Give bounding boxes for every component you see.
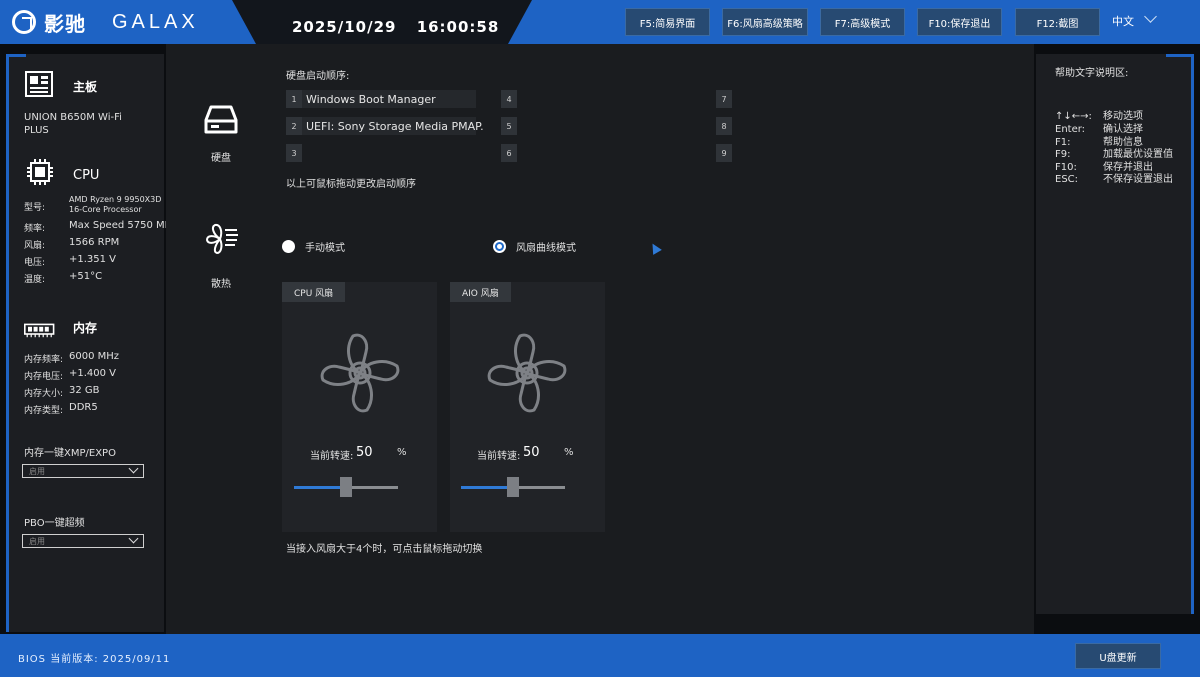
mem-type-value: DDR5 bbox=[69, 402, 98, 413]
cpu-fan-speed-value: 50 bbox=[356, 445, 373, 460]
cpu-temp-label: 温度: bbox=[24, 275, 46, 285]
fan-cooling-icon bbox=[206, 223, 238, 254]
fan-blade-icon bbox=[320, 333, 400, 413]
help-desc: 不保存设置退出 bbox=[1103, 174, 1173, 185]
fan-curve-mode-label: 风扇曲线模式 bbox=[516, 243, 576, 254]
boot-slot-number: 1 bbox=[286, 90, 302, 108]
cpu-fan-tab[interactable]: CPU 风扇 bbox=[282, 282, 346, 302]
datetime-display: 2025/10/29 16:00:58 bbox=[292, 18, 499, 36]
mem-freq-value: 6000 MHz bbox=[69, 351, 120, 362]
cpu-fan-value: 1566 RPM bbox=[69, 237, 120, 248]
memory-icon bbox=[24, 323, 55, 338]
help-key: ESC: bbox=[1055, 174, 1079, 185]
boot-slot-9[interactable]: 9 bbox=[716, 144, 732, 162]
boot-slot-number: 2 bbox=[286, 117, 302, 135]
mem-size-value: 32 GB bbox=[69, 385, 100, 396]
help-title: 帮助文字说明区: bbox=[1055, 68, 1129, 79]
f6-fan-strategy-button[interactable]: F6:风扇高级策略 bbox=[722, 8, 808, 36]
help-line: ESC: 不保存设置退出 bbox=[1055, 170, 1173, 185]
aio-fan-tab[interactable]: AIO 风扇 bbox=[450, 282, 511, 302]
boot-slot-number: 3 bbox=[286, 144, 302, 162]
bios-version-value: 2025/09/11 bbox=[102, 654, 171, 665]
xmp-label: 内存一键XMP/EXPO bbox=[24, 448, 116, 459]
slider-thumb[interactable] bbox=[507, 477, 519, 497]
boot-section-label: 硬盘 bbox=[211, 153, 231, 164]
cpu-fan-speed-unit: % bbox=[397, 447, 407, 458]
boot-slot-label: Windows Boot Manager bbox=[306, 93, 436, 106]
mem-size-label: 内存大小: bbox=[24, 389, 64, 399]
time-text: 16:00:58 bbox=[416, 18, 500, 36]
mem-voltage-label: 内存电压: bbox=[24, 372, 64, 382]
manual-mode-radio[interactable] bbox=[282, 240, 295, 253]
chevron-down-icon bbox=[128, 533, 139, 544]
usb-update-button[interactable]: U盘更新 bbox=[1075, 643, 1161, 669]
hard-drive-icon bbox=[204, 105, 238, 134]
mem-type-label: 内存类型: bbox=[24, 406, 64, 416]
slider-fill bbox=[294, 486, 340, 489]
memory-heading: 内存 bbox=[73, 321, 98, 335]
aio-fan-card: AIO 风扇 当前转速: 50 % bbox=[450, 282, 605, 532]
aio-fan-speed-unit: % bbox=[564, 447, 574, 458]
aio-fan-speed-label: 当前转速: bbox=[477, 451, 521, 462]
motherboard-model-line2: PLUS bbox=[24, 125, 49, 136]
boot-slot-7[interactable]: 7 bbox=[716, 90, 732, 108]
mem-freq-label: 内存频率: bbox=[24, 355, 64, 365]
boot-slot-label: UEFI: Sony Storage Media PMAP. bbox=[306, 120, 484, 133]
brand-logo: 影驰 GALAX bbox=[12, 8, 199, 36]
motherboard-heading: 主板 bbox=[73, 80, 98, 94]
bios-version: BIOS 当前版本: 2025/09/11 bbox=[18, 650, 170, 665]
slider-fill bbox=[461, 486, 507, 489]
language-selector[interactable]: 中文 bbox=[1112, 13, 1134, 29]
manual-mode-label: 手动模式 bbox=[305, 243, 345, 254]
pbo-label: PBO一键超频 bbox=[24, 518, 85, 529]
aio-fan-speed-slider[interactable] bbox=[461, 477, 565, 497]
aio-fan-speed-value: 50 bbox=[523, 445, 540, 460]
boot-drag-hint: 以上可鼠标拖动更改启动顺序 bbox=[286, 179, 416, 190]
cpu-freq-value: Max Speed 5750 MHz bbox=[69, 220, 178, 231]
cpu-fan-speed-slider[interactable] bbox=[294, 477, 398, 497]
galax-logo-icon bbox=[12, 10, 36, 34]
chevron-down-icon bbox=[128, 463, 139, 474]
brand-name-en: GALAX bbox=[112, 10, 199, 33]
f10-save-exit-button[interactable]: F10:保存退出 bbox=[917, 8, 1002, 36]
xmp-select-value: 启用 bbox=[29, 467, 45, 476]
fan-blade-icon bbox=[487, 333, 567, 413]
motherboard-icon bbox=[25, 71, 53, 97]
cpu-freq-label: 频率: bbox=[24, 224, 46, 234]
boot-slot-4[interactable]: 4 bbox=[501, 90, 517, 108]
bottom-bar bbox=[0, 634, 1200, 677]
boot-order-title: 硬盘启动顺序: bbox=[286, 71, 350, 82]
slider-thumb[interactable] bbox=[340, 477, 352, 497]
cpu-fan-card: CPU 风扇 当前转速: 50 % bbox=[282, 282, 437, 532]
boot-slot-3[interactable] bbox=[286, 144, 476, 162]
date-text: 2025/10/29 bbox=[292, 18, 397, 36]
boot-slot-5[interactable]: 5 bbox=[501, 117, 517, 135]
f5-easy-mode-button[interactable]: F5:简易界面 bbox=[625, 8, 710, 36]
f7-advanced-mode-button[interactable]: F7:高级模式 bbox=[820, 8, 905, 36]
motherboard-model-line1: UNION B650M Wi-Fi bbox=[24, 112, 122, 123]
cpu-fan-label: 风扇: bbox=[24, 241, 46, 251]
cpu-fan-speed-label: 当前转速: bbox=[310, 451, 354, 462]
cpu-icon bbox=[27, 159, 53, 185]
cpu-model-value: AMD Ryzen 9 9950X3D bbox=[69, 195, 162, 204]
cpu-heading: CPU bbox=[73, 168, 100, 183]
boot-slot-8[interactable]: 8 bbox=[716, 117, 732, 135]
cpu-voltage-value: +1.351 V bbox=[69, 254, 117, 265]
f12-screenshot-button[interactable]: F12:截图 bbox=[1015, 8, 1100, 36]
fan-switch-hint: 当接入风扇大于4个时，可点击鼠标拖动切换 bbox=[286, 544, 483, 555]
bios-version-label: BIOS 当前版本: bbox=[18, 654, 99, 665]
cooling-section-label: 散热 bbox=[211, 279, 231, 290]
pbo-select-value: 启用 bbox=[29, 537, 45, 546]
pbo-select[interactable]: 启用 bbox=[22, 533, 144, 548]
boot-slot-6[interactable]: 6 bbox=[501, 144, 517, 162]
cpu-model-label: 型号: bbox=[24, 203, 46, 213]
fan-curve-mode-radio[interactable] bbox=[493, 240, 506, 253]
xmp-select[interactable]: 启用 bbox=[22, 463, 144, 478]
cpu-voltage-label: 电压: bbox=[24, 258, 46, 268]
cpu-model-value2: 16-Core Processor bbox=[69, 205, 142, 214]
mem-voltage-value: +1.400 V bbox=[69, 368, 117, 379]
cpu-temp-value: +51°C bbox=[69, 271, 103, 282]
brand-name-cn: 影驰 bbox=[44, 11, 86, 36]
